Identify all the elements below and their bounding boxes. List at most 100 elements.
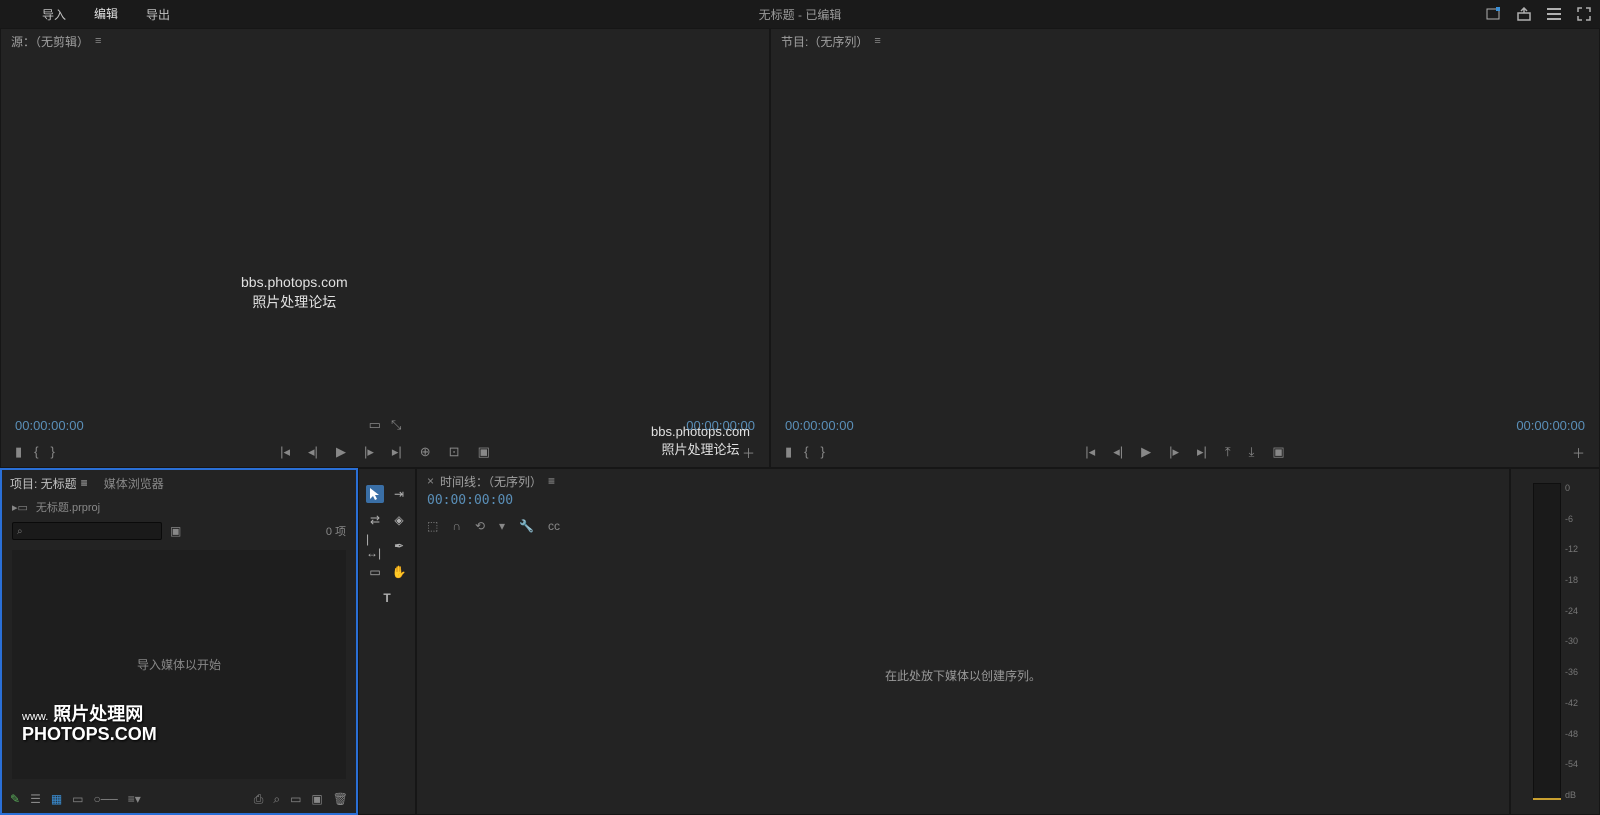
step-forward-icon[interactable]: |▸ bbox=[1169, 444, 1179, 460]
go-to-out-icon[interactable]: ▸| bbox=[392, 444, 402, 460]
type-tool[interactable]: T bbox=[378, 589, 396, 607]
export-frame-icon[interactable]: ▣ bbox=[478, 444, 490, 460]
find-icon[interactable]: ⌕ bbox=[273, 792, 280, 807]
trash-icon[interactable]: 🗑 bbox=[333, 792, 348, 806]
icon-view-icon[interactable]: ▦ bbox=[51, 792, 62, 806]
pen-icon[interactable]: ✎ bbox=[10, 792, 20, 806]
freeform-view-icon[interactable]: ▭ bbox=[72, 792, 83, 806]
tab-project[interactable]: 项目: 无标题≡ bbox=[10, 475, 88, 492]
program-transport: ▮ { } |◂ ◂| ▶ |▸ ▸| ⤒ ⤓ ▣ ＋ bbs.photops.… bbox=[771, 437, 1599, 467]
go-to-in-icon[interactable]: |◂ bbox=[280, 444, 290, 460]
close-tab-icon[interactable]: × bbox=[427, 474, 434, 488]
go-to-in-icon[interactable]: |◂ bbox=[1085, 444, 1095, 460]
source-view[interactable]: bbs.photops.com 照片处理论坛 bbox=[1, 53, 769, 413]
step-back-icon[interactable]: ◂| bbox=[308, 444, 318, 460]
caption-icon[interactable]: cc bbox=[548, 519, 560, 533]
tab-edit[interactable]: 编辑 bbox=[80, 0, 132, 30]
go-to-out-icon[interactable]: ▸| bbox=[1197, 444, 1207, 460]
export-frame-icon[interactable]: ▣ bbox=[1272, 444, 1284, 460]
source-tc-in[interactable]: 00:00:00:00 bbox=[15, 418, 84, 433]
item-count: 0 项 bbox=[326, 523, 346, 539]
selection-tool[interactable] bbox=[366, 485, 384, 503]
razor-tool[interactable]: ◈ bbox=[390, 511, 408, 529]
settings-icon[interactable]: 🔧 bbox=[519, 519, 534, 533]
list-view-icon[interactable]: ☰ bbox=[30, 792, 41, 806]
in-point-icon[interactable]: { bbox=[34, 444, 38, 460]
lift-icon[interactable]: ⤒ bbox=[1225, 444, 1231, 460]
program-view[interactable] bbox=[771, 53, 1599, 413]
source-tc-out[interactable]: 00:00:00:00 bbox=[686, 418, 755, 433]
ripple-edit-tool[interactable]: ⇄ bbox=[366, 511, 384, 529]
play-icon[interactable]: ▶ bbox=[336, 444, 346, 460]
project-filename: 无标题.prproj bbox=[36, 499, 100, 515]
top-menu-bar: 导入 编辑 导出 无标题 - 已编辑 bbox=[0, 0, 1600, 28]
document-title: 无标题 - 已编辑 bbox=[759, 6, 842, 23]
marker-span-icon[interactable]: ▾ bbox=[499, 519, 505, 533]
tab-export[interactable]: 导出 bbox=[132, 0, 184, 29]
marker-icon[interactable]: ▮ bbox=[785, 444, 792, 460]
timeline-body[interactable]: 在此处放下媒体以创建序列。 bbox=[417, 537, 1509, 814]
quick-export-icon[interactable] bbox=[1486, 6, 1502, 22]
timeline-title: 时间线：（无序列） bbox=[440, 473, 542, 490]
tools-panel: ⇥ ⇄ ◈ |↔| ✒ ▭ ✋ T bbox=[358, 468, 416, 815]
new-bin-icon[interactable]: ▭ bbox=[290, 792, 301, 806]
fit-icon[interactable]: ▭ bbox=[369, 417, 381, 433]
zoom-slider[interactable]: ○── bbox=[94, 792, 118, 806]
snap-icon[interactable]: ∩ bbox=[452, 519, 461, 533]
tab-media-browser[interactable]: 媒体浏览器 bbox=[104, 475, 164, 492]
sort-icon[interactable]: ≡▾ bbox=[128, 792, 141, 806]
in-point-icon[interactable]: { bbox=[804, 444, 808, 460]
out-point-icon[interactable]: } bbox=[51, 444, 55, 460]
project-search[interactable]: ⌕ bbox=[12, 522, 162, 540]
program-tc-in[interactable]: 00:00:00:00 bbox=[785, 418, 854, 433]
resolution-icon[interactable]: ⤡ bbox=[391, 417, 401, 433]
nest-icon[interactable]: ⬚ bbox=[427, 519, 438, 533]
program-monitor-panel: 节目:（无序列） ≡ 00:00:00:00 00:00:00:00 ▮ { }… bbox=[770, 28, 1600, 468]
watermark-text: www. 照片处理网 PHOTOPS.COM bbox=[22, 705, 157, 745]
timeline-timecode[interactable]: 00:00:00:00 bbox=[417, 493, 1509, 515]
timeline-panel: × 时间线：（无序列） ≡ 00:00:00:00 ⬚ ∩ ⟲ ▾ 🔧 cc 在… bbox=[416, 468, 1510, 815]
meter-ticks: 0 -6 -12 -18 -24 -30 -36 -42 -48 -54 dB bbox=[1565, 483, 1589, 800]
watermark-text: bbs.photops.com 照片处理论坛 bbox=[241, 273, 348, 312]
extract-icon[interactable]: ⤓ bbox=[1249, 444, 1255, 460]
filter-bin-icon[interactable]: ▣ bbox=[170, 524, 181, 538]
tab-import[interactable]: 导入 bbox=[28, 0, 80, 29]
bin-empty-message: 导入媒体以开始 bbox=[137, 656, 221, 673]
new-item-icon[interactable]: ▣ bbox=[311, 792, 322, 806]
program-panel-title: 节目:（无序列） bbox=[781, 33, 868, 50]
automate-icon[interactable]: ⎙ bbox=[254, 792, 264, 807]
audio-meter-bar[interactable] bbox=[1533, 483, 1561, 800]
folder-icon: ▸▭ bbox=[12, 501, 28, 514]
search-input[interactable] bbox=[23, 525, 157, 537]
play-icon[interactable]: ▶ bbox=[1141, 444, 1151, 460]
share-icon[interactable] bbox=[1516, 6, 1532, 22]
overwrite-icon[interactable]: ⊡ bbox=[449, 444, 460, 460]
workspace-menu-icon[interactable] bbox=[1546, 6, 1562, 22]
step-back-icon[interactable]: ◂| bbox=[1113, 444, 1123, 460]
timeline-options: ⬚ ∩ ⟲ ▾ 🔧 cc bbox=[417, 515, 1509, 537]
program-tc-out[interactable]: 00:00:00:00 bbox=[1516, 418, 1585, 433]
project-bin[interactable]: 导入媒体以开始 www. 照片处理网 PHOTOPS.COM bbox=[12, 550, 346, 779]
step-forward-icon[interactable]: |▸ bbox=[364, 444, 374, 460]
marker-icon[interactable]: ▮ bbox=[15, 444, 22, 460]
source-transport: ▮ { } |◂ ◂| ▶ |▸ ▸| ⊕ ⊡ ▣ ＋ bbox=[1, 437, 769, 467]
audio-meter-panel: 0 -6 -12 -18 -24 -30 -36 -42 -48 -54 dB bbox=[1510, 468, 1600, 815]
panel-menu-icon[interactable]: ≡ bbox=[548, 474, 555, 488]
plus-icon[interactable]: ＋ bbox=[1572, 443, 1585, 462]
track-select-tool[interactable]: ⇥ bbox=[390, 485, 408, 503]
source-monitor-panel: 源：（无剪辑） ≡ bbs.photops.com 照片处理论坛 00:00:0… bbox=[0, 28, 770, 468]
fullscreen-icon[interactable] bbox=[1576, 6, 1592, 22]
meter-baseline bbox=[1533, 798, 1561, 800]
home-icon[interactable] bbox=[8, 6, 28, 22]
out-point-icon[interactable]: } bbox=[821, 444, 825, 460]
insert-icon[interactable]: ⊕ bbox=[420, 444, 431, 460]
slip-tool[interactable]: |↔| bbox=[366, 537, 384, 555]
pen-tool[interactable]: ✒ bbox=[390, 537, 408, 555]
plus-icon[interactable]: ＋ bbox=[742, 443, 755, 462]
linked-selection-icon[interactable]: ⟲ bbox=[475, 519, 485, 533]
hand-tool[interactable]: ✋ bbox=[390, 563, 408, 581]
panel-menu-icon[interactable]: ≡ bbox=[95, 35, 101, 47]
panel-menu-icon[interactable]: ≡ bbox=[874, 35, 880, 47]
project-panel: 项目: 无标题≡ 媒体浏览器 ▸▭ 无标题.prproj ⌕ ▣ 0 项 导入媒… bbox=[0, 468, 358, 815]
rectangle-tool[interactable]: ▭ bbox=[366, 563, 384, 581]
